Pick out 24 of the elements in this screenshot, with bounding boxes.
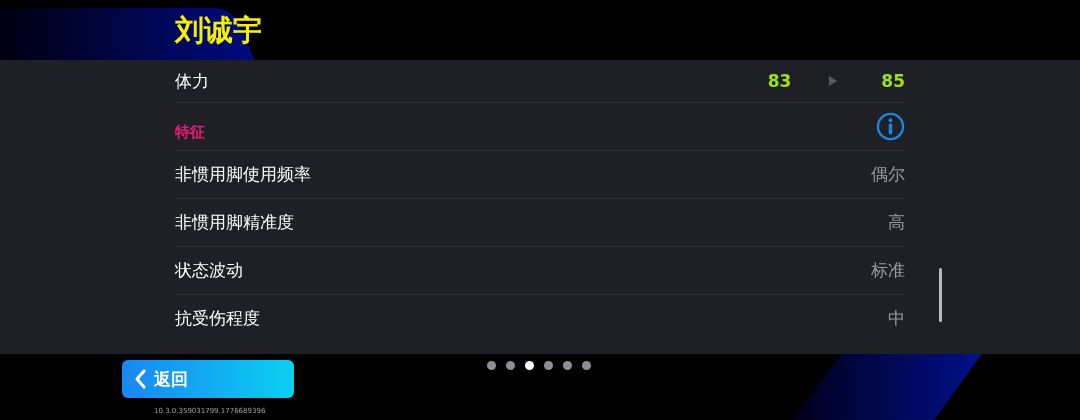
chevron-icon — [134, 369, 146, 389]
page-dot[interactable] — [487, 361, 496, 370]
page-dot[interactable] — [544, 361, 553, 370]
trait-value: 中 — [888, 307, 905, 330]
trait-value: 高 — [888, 211, 905, 234]
scrollbar[interactable] — [939, 268, 942, 322]
back-button[interactable]: 返回 — [122, 360, 294, 398]
page-dot[interactable] — [525, 361, 534, 370]
arrow-icon — [829, 76, 838, 86]
page-dot[interactable] — [582, 361, 591, 370]
page-dot[interactable] — [563, 361, 572, 370]
stat-current: 83 — [767, 71, 792, 91]
section-title: 特征 — [175, 122, 205, 142]
trait-label: 状态波动 — [175, 259, 243, 282]
trait-label: 非惯用脚精准度 — [175, 211, 294, 234]
info-icon[interactable] — [876, 112, 905, 141]
trait-value: 偶尔 — [871, 163, 905, 186]
stat-label: 体力 — [175, 69, 209, 93]
trait-label: 非惯用脚使用频率 — [175, 163, 311, 186]
trait-value: 标准 — [871, 259, 905, 282]
page-dot[interactable] — [506, 361, 515, 370]
stat-next: 85 — [881, 71, 905, 91]
trait-label: 抗受伤程度 — [175, 307, 260, 330]
player-name: 刘诚宇 — [175, 15, 262, 45]
